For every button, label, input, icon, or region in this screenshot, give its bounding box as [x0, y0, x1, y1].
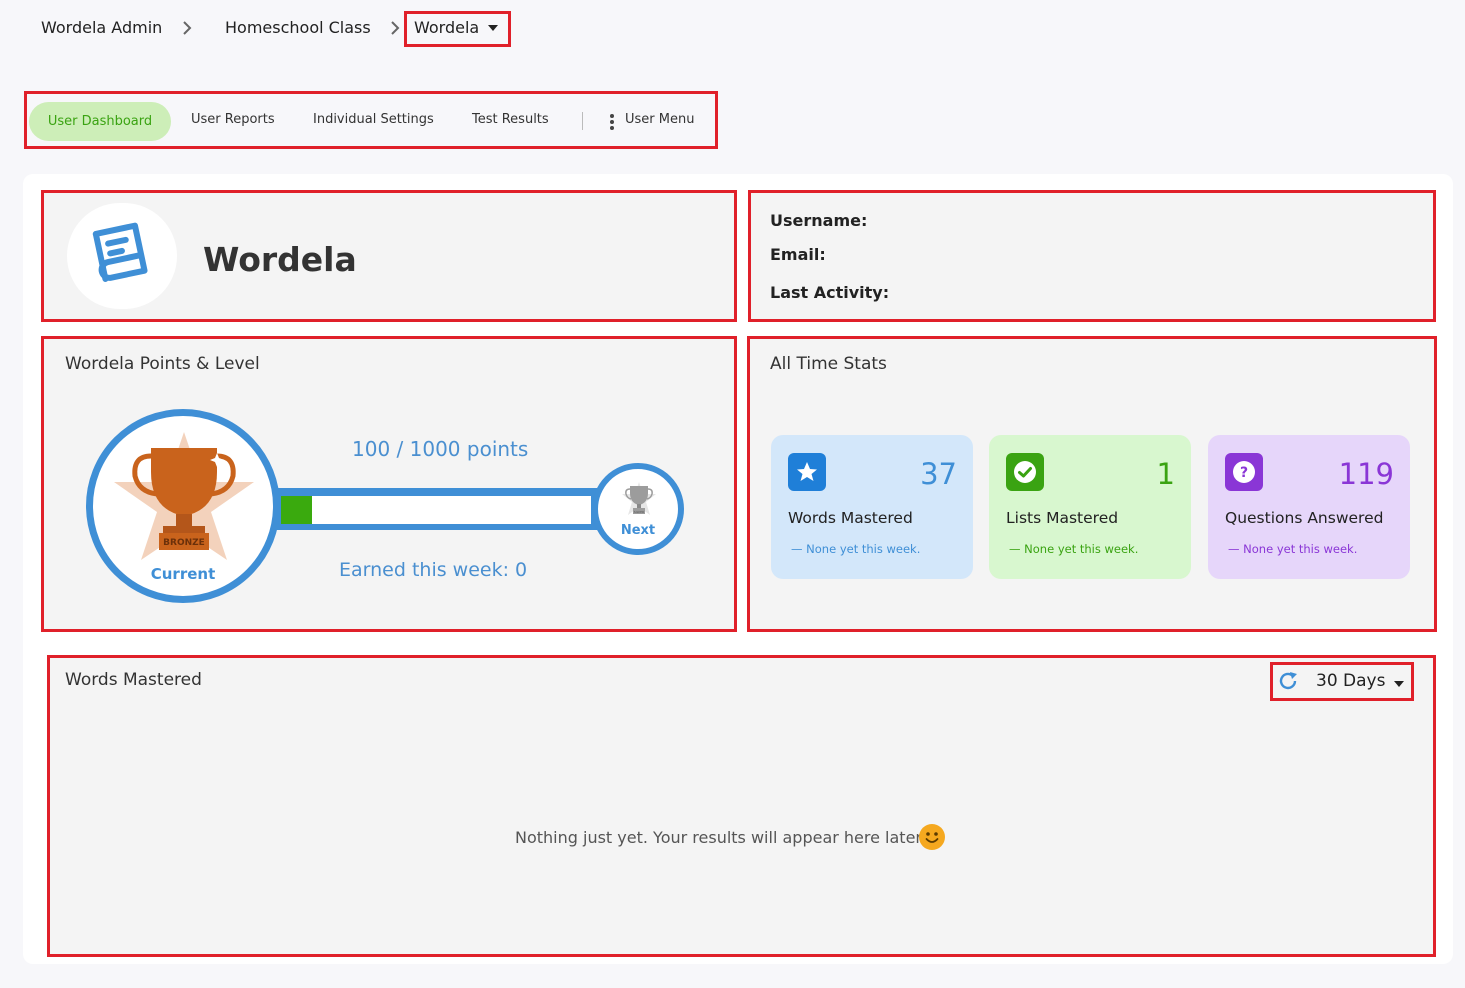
all-time-stats-title: All Time Stats — [770, 354, 887, 374]
svg-text:?: ? — [1240, 465, 1248, 481]
words-mastered-title: Words Mastered — [65, 670, 202, 690]
profile-name: Wordela — [203, 240, 357, 279]
lists-mastered-weekly: — None yet this week. — [1009, 542, 1139, 556]
current-level-label: Current — [150, 565, 216, 583]
next-level-label: Next — [620, 523, 656, 538]
bronze-trophy-icon: BRONZE — [114, 432, 254, 560]
tab-divider — [582, 112, 583, 130]
empty-state-message: Nothing just yet. Your results will appe… — [515, 828, 922, 847]
tab-individual-settings[interactable]: Individual Settings — [313, 112, 434, 127]
avatar — [67, 203, 177, 309]
questions-answered-count: 119 — [1338, 457, 1394, 491]
refresh-icon[interactable] — [1277, 670, 1299, 692]
book-icon — [92, 222, 148, 282]
earned-this-week: Earned this week: 0 — [339, 559, 528, 581]
next-level-badge: SILVER Next — [592, 463, 684, 555]
tab-user-reports[interactable]: User Reports — [191, 112, 275, 127]
silver-trophy-icon: SILVER — [622, 482, 656, 515]
breadcrumb-item-wordela-admin[interactable]: Wordela Admin — [41, 18, 162, 37]
star-icon — [788, 453, 826, 491]
current-level-badge: BRONZE Current — [86, 409, 280, 603]
username-label: Username: — [770, 211, 868, 230]
chevron-right-icon — [391, 21, 400, 35]
words-mastered-highlight — [47, 655, 1436, 957]
level-progress-fill — [281, 496, 312, 524]
check-icon — [1006, 453, 1044, 491]
tab-test-results[interactable]: Test Results — [472, 112, 549, 127]
questions-answered-weekly: — None yet this week. — [1228, 542, 1358, 556]
question-icon: ? — [1225, 453, 1263, 491]
lists-mastered-count: 1 — [1156, 457, 1175, 491]
stat-card-questions-answered: ? 119 Questions Answered — None yet this… — [1208, 435, 1410, 579]
tab-user-dashboard[interactable]: User Dashboard — [29, 102, 171, 141]
words-mastered-label: Words Mastered — [788, 509, 913, 527]
caret-down-icon — [1394, 681, 1404, 687]
breadcrumb-item-homeschool-class[interactable]: Homeschool Class — [225, 18, 371, 37]
account-info-highlight — [748, 190, 1436, 322]
stat-card-lists-mastered: 1 Lists Mastered — None yet this week. — [989, 435, 1191, 579]
email-label: Email: — [770, 245, 826, 264]
points-level-title: Wordela Points & Level — [65, 354, 260, 374]
last-activity-label: Last Activity: — [770, 283, 890, 302]
more-vertical-icon[interactable] — [609, 113, 615, 131]
lists-mastered-label: Lists Mastered — [1006, 509, 1119, 527]
range-select[interactable]: 30 Days — [1316, 671, 1385, 691]
stat-card-words-mastered: 37 Words Mastered — None yet this week. — [771, 435, 973, 579]
caret-down-icon — [488, 25, 498, 31]
level-progress-inner — [281, 496, 591, 524]
silver-badge-text: SILVER — [634, 510, 644, 514]
breadcrumb-current-dropdown[interactable]: Wordela — [414, 18, 479, 37]
tab-user-menu[interactable]: User Menu — [625, 112, 694, 127]
bronze-badge-text: BRONZE — [163, 538, 205, 548]
chevron-right-icon — [183, 21, 192, 35]
words-mastered-weekly: — None yet this week. — [791, 542, 921, 556]
words-mastered-count: 37 — [920, 457, 957, 491]
smiley-icon — [919, 824, 945, 850]
points-progress-text: 100 / 1000 points — [352, 437, 529, 461]
questions-answered-label: Questions Answered — [1225, 509, 1384, 527]
